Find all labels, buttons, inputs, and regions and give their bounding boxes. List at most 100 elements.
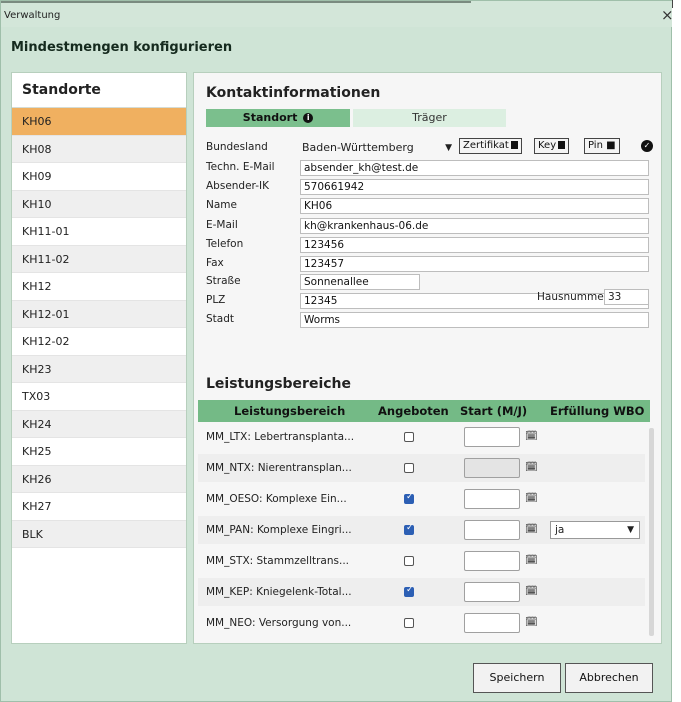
key-label: Key xyxy=(538,140,557,151)
locations-panel: Standorte KH06 KH08 KH09 KH10 KH11-01 KH11-02… xyxy=(11,72,187,644)
details-panel: Kontaktinformationen Standort i Träger B… xyxy=(193,72,662,644)
check-circle-icon: ✓ xyxy=(641,140,653,152)
location-item[interactable]: TX03 xyxy=(12,383,186,411)
dialog-subtitle: Mindestmengen konfigurieren xyxy=(11,40,233,55)
calendar-icon[interactable]: 🗓 xyxy=(525,431,538,442)
start-date-input[interactable] xyxy=(464,489,520,509)
calendar-icon[interactable]: 🗓 xyxy=(525,586,538,597)
field-input[interactable]: absender_kh@test.de xyxy=(300,160,649,176)
chevron-down-icon: ▼ xyxy=(445,143,452,153)
offered-checkbox[interactable] xyxy=(404,523,414,535)
start-date-input[interactable] xyxy=(464,458,520,478)
calendar-icon[interactable]: 🗓 xyxy=(525,493,538,504)
location-item[interactable]: KH10 xyxy=(12,190,186,218)
start-date-input[interactable] xyxy=(464,613,520,633)
calendar-icon[interactable]: 🗓 xyxy=(525,462,538,473)
service-name: MM_KEP: Kniegelenk-Total... xyxy=(206,586,352,598)
field-input[interactable]: Worms xyxy=(300,312,649,328)
calendar-icon[interactable]: 🗓 xyxy=(525,617,538,628)
bundesland-select[interactable]: Baden-Württemberg ▼ xyxy=(300,140,456,156)
start-date-input[interactable] xyxy=(464,427,520,447)
title-divider xyxy=(1,1,471,3)
offered-checkbox[interactable] xyxy=(404,585,414,597)
location-item[interactable]: KH25 xyxy=(12,438,186,466)
location-item[interactable]: KH08 xyxy=(12,135,186,163)
pin-button[interactable]: Pin ■ xyxy=(584,138,620,154)
location-item[interactable]: KH26 xyxy=(12,465,186,493)
field-input[interactable]: 123457 xyxy=(300,256,649,272)
location-item[interactable]: KH27 xyxy=(12,493,186,521)
field-label: PLZ xyxy=(206,294,226,306)
field-label: Absender-IK xyxy=(206,180,269,192)
bundesland-value: Baden-Württemberg xyxy=(302,141,414,154)
chevron-down-icon: ▼ xyxy=(627,525,634,535)
contact-heading: Kontaktinformationen xyxy=(206,85,381,101)
table-row: MM_KEP: Kniegelenk-Total... 🗓 xyxy=(198,578,645,606)
tab-traeger[interactable]: Träger xyxy=(353,109,506,127)
start-date-input[interactable] xyxy=(464,520,520,540)
window-title: Verwaltung xyxy=(4,10,61,21)
table-row: MM_NTX: Nierentransplan... 🗓 xyxy=(198,454,645,482)
location-item[interactable]: KH23 xyxy=(12,355,186,383)
location-item[interactable]: KH12 xyxy=(12,273,186,301)
table-row: MM_NEO: Versorgung von... 🗓 xyxy=(198,609,645,637)
location-item[interactable]: KH12-01 xyxy=(12,300,186,328)
table-row: MM_PAN: Komplexe Eingri... 🗓 ja ▼ xyxy=(198,516,645,544)
field-label: Techn. E-Mail xyxy=(206,161,275,173)
table-row: MM_STX: Stammzelltrans... 🗓 xyxy=(198,547,645,575)
location-item[interactable]: KH24 xyxy=(12,410,186,438)
title-bar: Verwaltung × xyxy=(1,1,674,27)
field-input[interactable]: 123456 xyxy=(300,237,649,253)
user-key-icon: ■ xyxy=(606,140,616,151)
start-date-input[interactable] xyxy=(464,582,520,602)
services-scrollbar[interactable] xyxy=(649,428,654,636)
hausnummer-field[interactable]: 33 xyxy=(604,289,649,305)
offered-checkbox[interactable] xyxy=(404,463,414,473)
location-item[interactable]: KH11-01 xyxy=(12,218,186,246)
info-icon: i xyxy=(303,113,314,123)
field-input[interactable]: 570661942 xyxy=(300,179,649,195)
offered-checkbox[interactable] xyxy=(404,492,414,504)
field-input[interactable]: Sonnenallee xyxy=(300,274,420,290)
col-start: Start (M/J) xyxy=(460,404,528,418)
field-label: Straße xyxy=(206,275,241,287)
service-name: MM_OESO: Komplexe Ein... xyxy=(206,493,347,505)
start-date-input[interactable] xyxy=(464,551,520,571)
save-button[interactable]: Speichern xyxy=(473,663,561,693)
calendar-icon[interactable]: 🗓 xyxy=(525,524,538,535)
field-input[interactable]: KH06 xyxy=(300,198,649,214)
offered-checkbox[interactable] xyxy=(404,618,414,628)
service-name: MM_LTX: Lebertransplanta... xyxy=(206,431,355,443)
col-wbo: Erfüllung WBO xyxy=(550,404,645,418)
hausnummer-label: Hausnummer xyxy=(537,291,608,303)
location-item[interactable]: BLK xyxy=(12,520,186,548)
field-input[interactable]: kh@krankenhaus-06.de xyxy=(300,218,649,234)
tab-standort[interactable]: Standort i xyxy=(206,109,350,127)
services-heading: Leistungsbereiche xyxy=(206,376,352,392)
key-button[interactable]: Key xyxy=(534,138,570,154)
col-angeboten: Angeboten xyxy=(378,404,449,418)
locations-list: KH06 KH08 KH09 KH10 KH11-01 KH11-02 KH12 KH12-0… xyxy=(12,108,186,548)
zertifikat-button[interactable]: Zertifikat xyxy=(459,138,522,154)
locations-heading: Standorte xyxy=(12,73,186,108)
window-edge xyxy=(672,0,681,702)
calendar-icon[interactable]: 🗓 xyxy=(525,555,538,566)
offered-checkbox[interactable] xyxy=(404,556,414,566)
location-item[interactable]: KH06 xyxy=(12,108,186,136)
offered-checkbox[interactable] xyxy=(404,432,414,442)
service-name: MM_NEO: Versorgung von... xyxy=(206,617,352,629)
field-label: Name xyxy=(206,199,237,211)
field-label: Fax xyxy=(206,257,224,269)
location-item[interactable]: KH12-02 xyxy=(12,328,186,356)
wbo-select[interactable]: ja ▼ xyxy=(550,521,640,539)
location-item[interactable]: KH11-02 xyxy=(12,245,186,273)
zertifikat-label: Zertifikat xyxy=(463,140,509,151)
contact-tabs: Standort i Träger xyxy=(206,109,506,127)
wbo-value: ja xyxy=(555,524,565,536)
location-item[interactable]: KH09 xyxy=(12,163,186,191)
tab-standort-label: Standort xyxy=(242,111,298,124)
service-name: MM_STX: Stammzelltrans... xyxy=(206,555,350,567)
save-icon xyxy=(558,141,566,149)
cancel-button[interactable]: Abbrechen xyxy=(565,663,653,693)
service-name: MM_NTX: Nierentransplan... xyxy=(206,462,352,474)
